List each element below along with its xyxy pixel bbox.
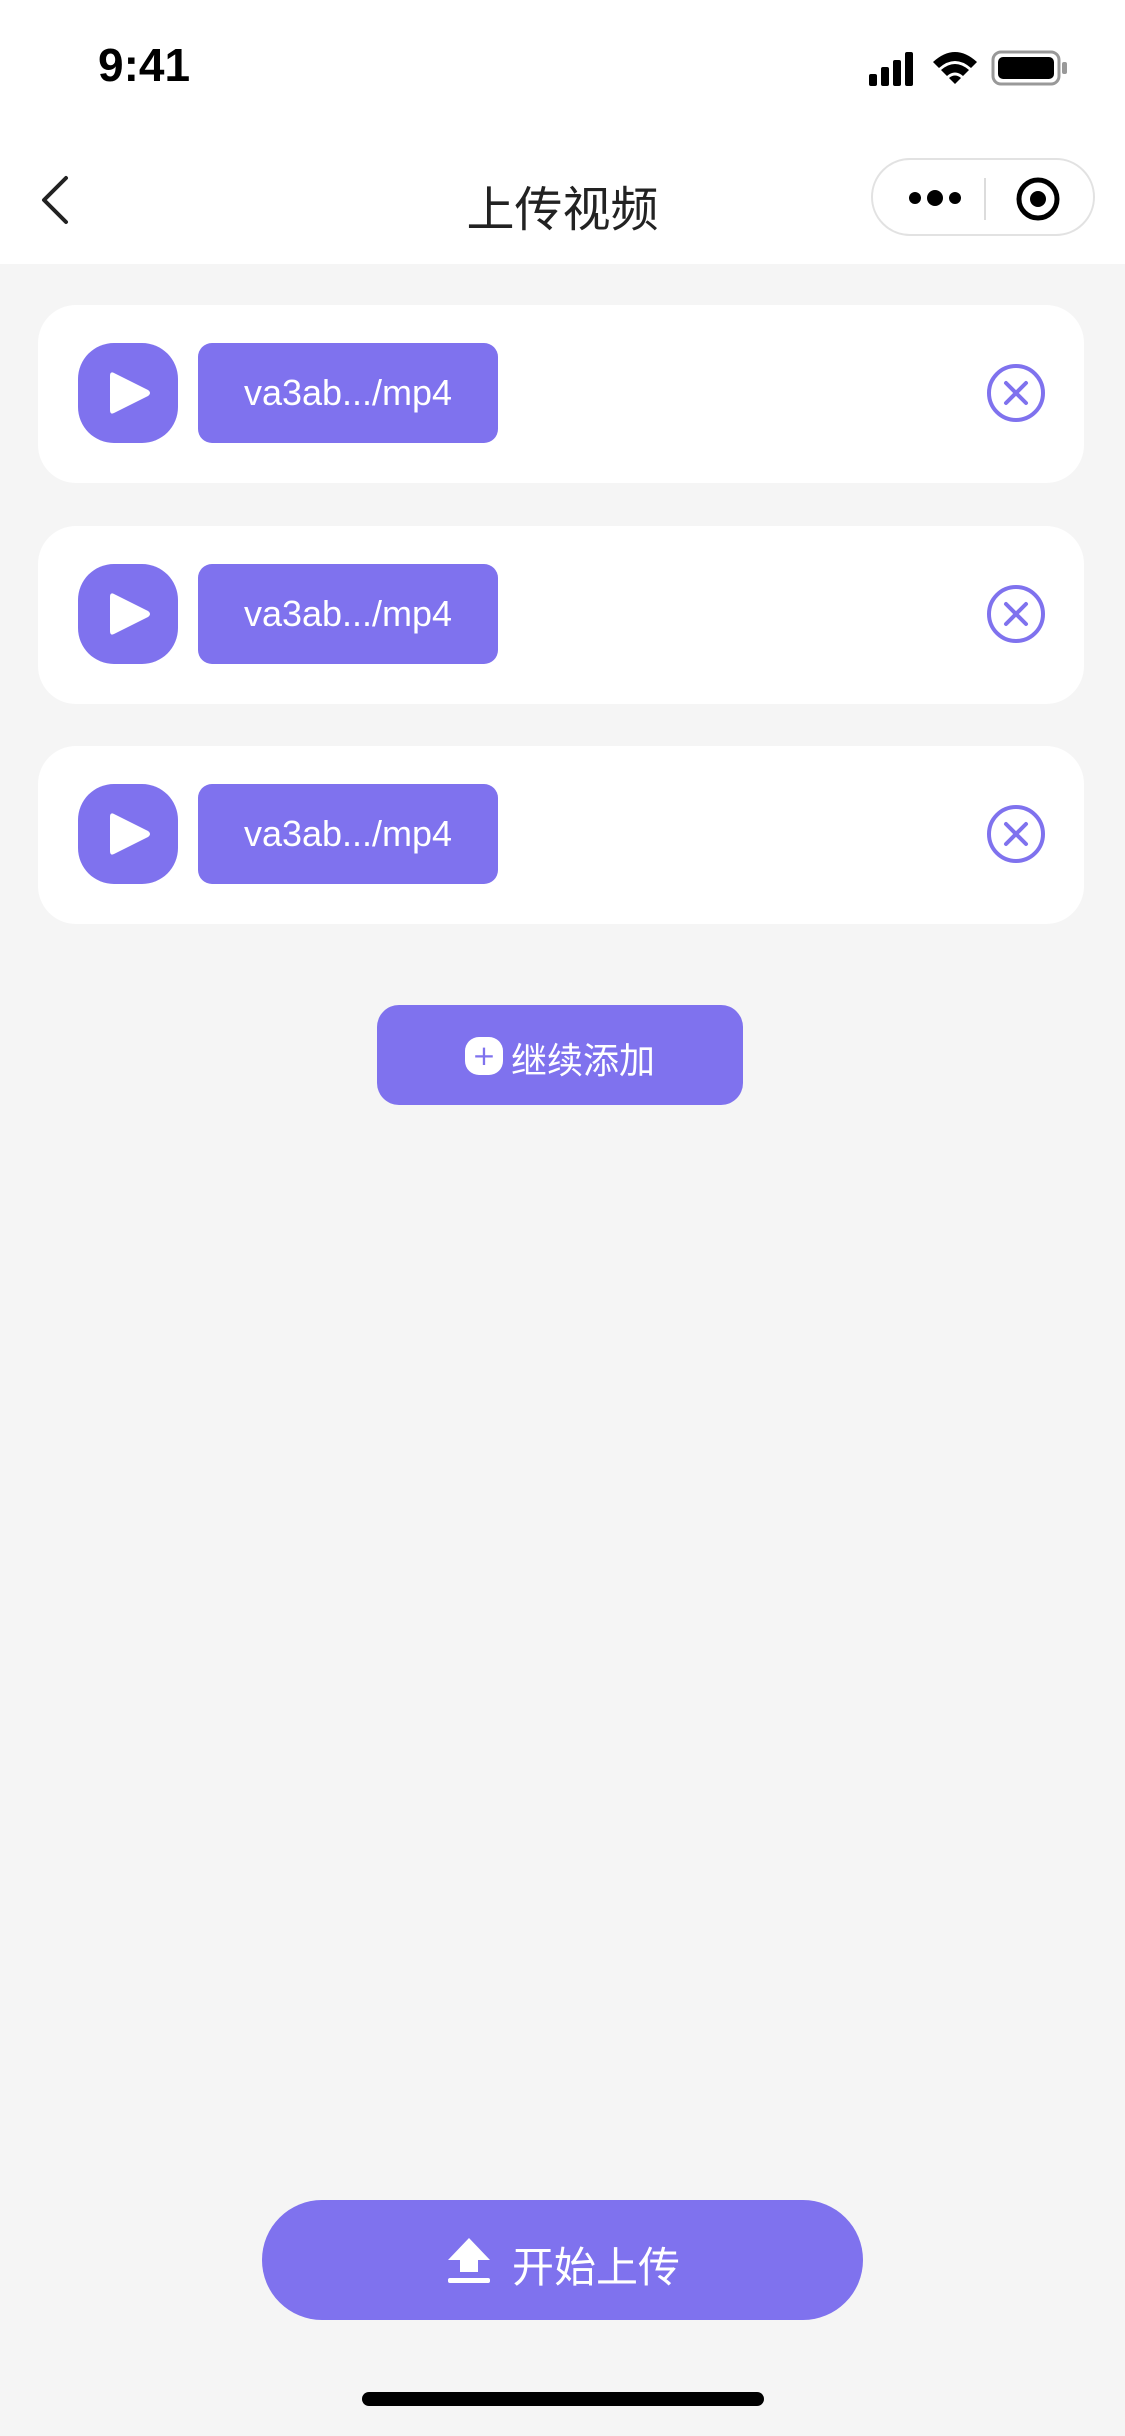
file-name: va3ab.../mp4 <box>198 564 498 664</box>
remove-file-button[interactable] <box>986 363 1046 423</box>
status-time: 9:41 <box>98 39 191 91</box>
home-indicator <box>362 2392 764 2406</box>
close-mini-program-button[interactable] <box>1015 176 1061 222</box>
more-dots-icon <box>909 190 961 206</box>
plus-icon: + <box>465 1037 503 1075</box>
play-button[interactable] <box>78 784 178 884</box>
file-name: va3ab.../mp4 <box>198 784 498 884</box>
mini-program-capsule <box>871 158 1095 236</box>
nav-bar: 上传视频 <box>0 140 1125 264</box>
file-name: va3ab.../mp4 <box>198 343 498 443</box>
remove-circle-x-icon <box>987 805 1045 863</box>
play-button[interactable] <box>78 343 178 443</box>
remove-circle-x-icon <box>987 585 1045 643</box>
signal-icon <box>869 52 913 86</box>
remove-file-button[interactable] <box>986 584 1046 644</box>
add-more-button[interactable]: + 继续添加 <box>377 1005 743 1105</box>
start-upload-label: 开始上传 <box>512 2243 681 2292</box>
wifi-icon <box>933 52 977 84</box>
start-upload-button[interactable]: 开始上传 <box>262 2200 863 2320</box>
add-more-label: 继续添加 <box>511 1041 656 1082</box>
remove-circle-x-icon <box>987 364 1045 422</box>
remove-file-button[interactable] <box>986 804 1046 864</box>
more-button[interactable] <box>903 182 967 214</box>
play-icon <box>110 813 150 855</box>
battery-icon <box>991 50 1067 86</box>
play-icon <box>110 372 150 414</box>
capsule-divider <box>984 178 986 220</box>
video-file-card: va3ab.../mp4 <box>38 526 1084 704</box>
play-icon <box>110 593 150 635</box>
mini-program-close-icon <box>1016 177 1060 221</box>
status-bar: 9:41 <box>0 0 1125 140</box>
plus-glyph: + <box>472 1039 496 1072</box>
video-file-card: va3ab.../mp4 <box>38 746 1084 924</box>
video-file-card: va3ab.../mp4 <box>38 305 1084 483</box>
status-icons <box>869 48 1079 92</box>
upload-arrow-icon <box>448 2238 490 2283</box>
play-button[interactable] <box>78 564 178 664</box>
